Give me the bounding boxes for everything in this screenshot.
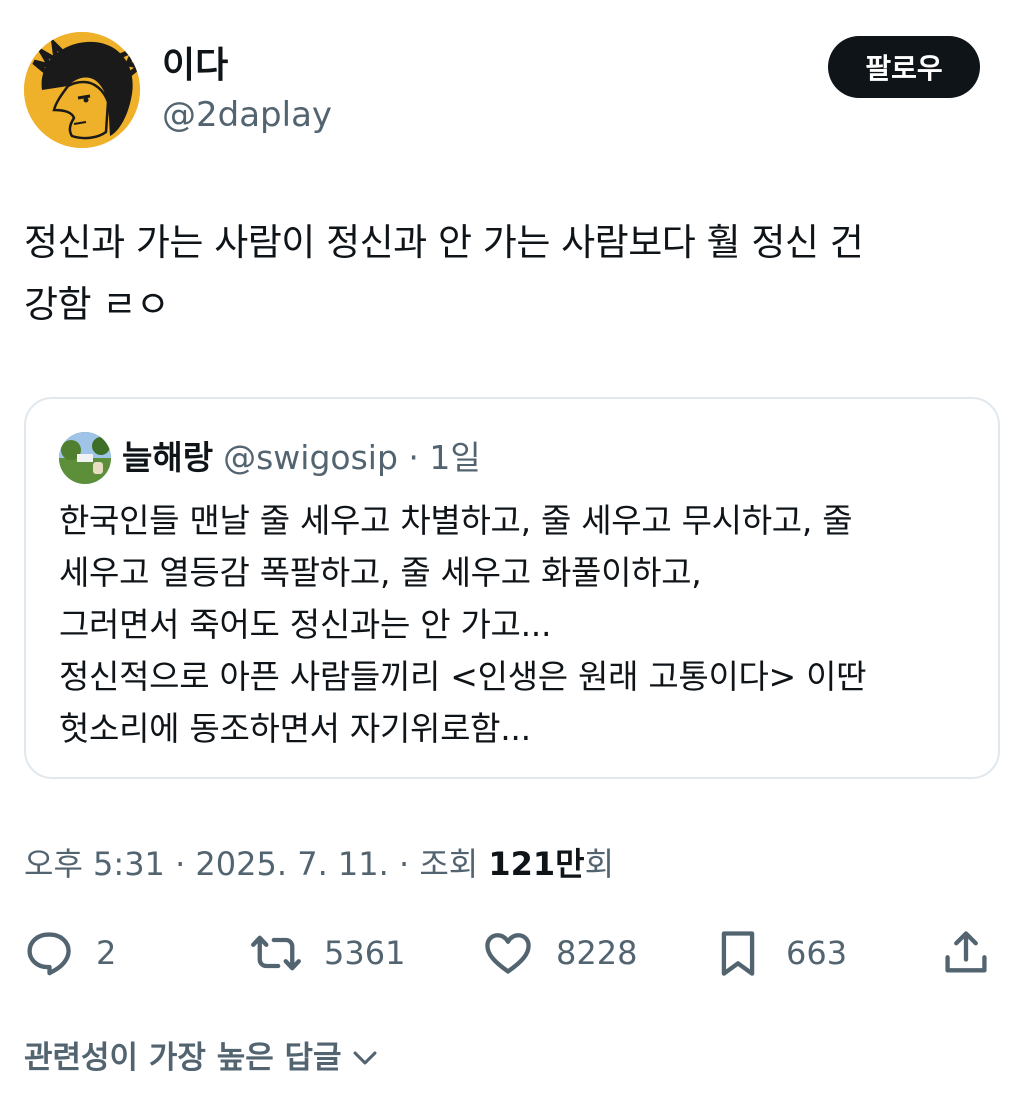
follow-button[interactable]: 팔로우 <box>828 36 980 98</box>
quoted-text-line: 세우고 열등감 폭팔하고, 줄 세우고 화풀이하고, <box>59 553 702 592</box>
bookmark-icon <box>721 931 755 976</box>
author-handle[interactable]: @2daplay <box>162 94 332 136</box>
view-count-number: 121 <box>488 845 556 883</box>
timestamp-views: 오후 5:31 · 2025. 7. 11. · 조회 121만회 <box>24 842 614 886</box>
share-button[interactable] <box>940 927 992 979</box>
quoted-author-meta: @swigosip · 1일 <box>223 438 481 477</box>
view-count[interactable]: 121만 <box>488 845 584 883</box>
tweet-detail-view: 이다 @2daplay 팔로우 정신과 가는 사람이 정신과 안 가는 사람보다… <box>0 0 1024 1098</box>
like-button[interactable]: 8228 <box>482 927 637 979</box>
repost-count: 5361 <box>324 934 406 972</box>
quoted-author-name[interactable]: 늘해랑 <box>122 438 213 477</box>
timestamp: 오후 5:31 · 2025. 7. 11. · 조회 <box>24 845 489 883</box>
share-icon <box>945 931 987 973</box>
reply-sort-dropdown[interactable]: 관련성이 가장 높은 답글 <box>24 1036 382 1080</box>
quoted-text-line: 그러면서 죽어도 정신과는 안 가고... <box>59 605 552 644</box>
bookmark-button[interactable]: 663 <box>712 927 847 979</box>
tweet-text-line: 강함 ㄹㅇ <box>24 283 170 326</box>
reply-sort-label: 관련성이 가장 높은 답글 <box>24 1040 342 1076</box>
like-count: 8228 <box>556 934 638 972</box>
tweet-text-line: 정신과 가는 사람이 정신과 안 가는 사람보다 훨 정신 건 <box>24 221 864 264</box>
repost-icon <box>251 935 301 971</box>
quoted-text-line: 한국인들 맨날 줄 세우고 차별하고, 줄 세우고 무시하고, 줄 <box>59 501 853 540</box>
repost-button[interactable]: 5361 <box>250 927 405 979</box>
avatar-face-icon <box>24 32 140 148</box>
heart-icon <box>485 933 531 974</box>
reply-icon <box>27 932 71 976</box>
reply-count: 2 <box>96 934 117 972</box>
quoted-text-line: 헛소리에 동조하면서 자기위로함... <box>59 709 531 748</box>
quoted-tweet-header: 늘해랑 @swigosip · 1일 <box>122 437 481 479</box>
quoted-tweet-text: 한국인들 맨날 줄 세우고 차별하고, 줄 세우고 무시하고, 줄 세우고 열등… <box>59 495 989 755</box>
view-count-unit: 만 <box>555 845 585 883</box>
tweet-text: 정신과 가는 사람이 정신과 안 가는 사람보다 훨 정신 건 강함 ㄹㅇ <box>24 212 994 336</box>
quoted-text-line: 정신적으로 아픈 사람들끼리 <인생은 원래 고통이다> 이딴 <box>59 657 867 696</box>
bookmark-count: 663 <box>786 934 848 972</box>
view-count-suffix: 회 <box>584 845 615 883</box>
author-display-name[interactable]: 이다 <box>162 44 228 88</box>
chevron-down-icon <box>353 1051 377 1065</box>
reply-button[interactable]: 2 <box>22 927 116 979</box>
author-avatar[interactable] <box>24 32 140 148</box>
quoted-author-avatar[interactable] <box>59 432 111 484</box>
quoted-tweet[interactable]: 늘해랑 @swigosip · 1일 한국인들 맨날 줄 세우고 차별하고, 줄 … <box>24 397 1000 779</box>
avatar-photo-icon <box>59 432 111 484</box>
